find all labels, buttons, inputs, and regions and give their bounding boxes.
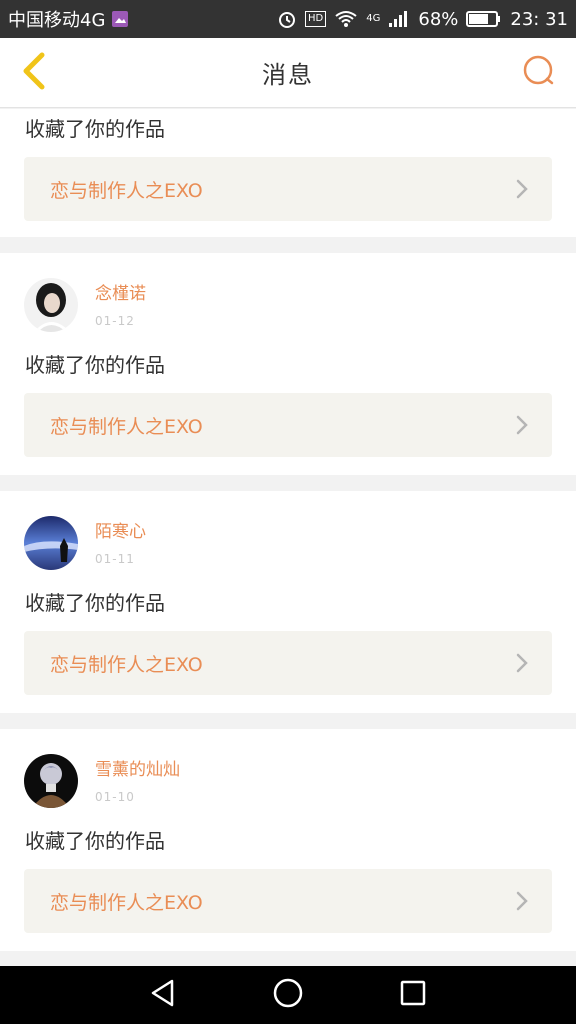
message-action: 收藏了你的作品 bbox=[25, 353, 165, 377]
status-bar: 中国移动4G HD 4G 68% 23: 31 bbox=[0, 0, 576, 38]
home-circle-icon bbox=[272, 977, 304, 1013]
user-name[interactable]: 雪薰的灿灿 bbox=[95, 759, 180, 781]
nav-home-button[interactable] bbox=[266, 973, 310, 1017]
message-date: 01-10 bbox=[95, 789, 135, 804]
network-label: 4G bbox=[366, 12, 381, 24]
user-name[interactable]: 陌寒心 bbox=[95, 521, 146, 543]
user-name[interactable]: 念槿诺 bbox=[95, 283, 146, 305]
carrier-label: 中国移动4G bbox=[8, 10, 106, 31]
work-title: 恋与制作人之EXO bbox=[50, 179, 203, 202]
message-action: 收藏了你的作品 bbox=[25, 829, 165, 853]
battery-icon bbox=[466, 10, 502, 28]
nav-recents-button[interactable] bbox=[391, 973, 435, 1017]
work-link[interactable]: 恋与制作人之EXO bbox=[24, 631, 552, 695]
system-nav-bar bbox=[0, 966, 576, 1024]
avatar[interactable] bbox=[24, 754, 78, 808]
search-button[interactable] bbox=[518, 52, 560, 94]
chevron-right-icon bbox=[516, 891, 528, 911]
signal-icon bbox=[388, 10, 410, 28]
hd-badge: HD bbox=[305, 11, 327, 27]
work-link[interactable]: 恋与制作人之EXO bbox=[24, 157, 552, 221]
message-list[interactable]: 收藏了你的作品 恋与制作人之EXO 念槿诺 01-12 收藏了你的作品 恋与制作… bbox=[0, 109, 576, 966]
recents-square-icon bbox=[399, 979, 427, 1011]
wifi-icon bbox=[334, 10, 358, 28]
avatar[interactable] bbox=[24, 278, 78, 332]
battery-percent: 68% bbox=[418, 8, 459, 30]
alarm-icon bbox=[277, 9, 297, 29]
clock: 23: 31 bbox=[510, 8, 568, 30]
search-icon bbox=[522, 54, 556, 92]
message-date: 01-11 bbox=[95, 551, 135, 566]
user-row[interactable]: 念槿诺 01-12 bbox=[24, 278, 146, 332]
message-card: 陌寒心 01-11 收藏了你的作品 恋与制作人之EXO bbox=[0, 491, 576, 713]
message-card: 念槿诺 01-12 收藏了你的作品 恋与制作人之EXO bbox=[0, 253, 576, 475]
chevron-right-icon bbox=[516, 653, 528, 673]
page-title: 消息 bbox=[262, 61, 314, 89]
work-link[interactable]: 恋与制作人之EXO bbox=[24, 869, 552, 933]
message-card: 雪薰的灿灿 01-10 收藏了你的作品 恋与制作人之EXO bbox=[0, 729, 576, 951]
user-row[interactable]: 陌寒心 01-11 bbox=[24, 516, 146, 570]
message-card: 收藏了你的作品 恋与制作人之EXO bbox=[0, 109, 576, 237]
work-link[interactable]: 恋与制作人之EXO bbox=[24, 393, 552, 457]
back-button[interactable] bbox=[10, 50, 56, 96]
nav-back-button[interactable] bbox=[141, 973, 185, 1017]
chevron-right-icon bbox=[516, 179, 528, 199]
message-date: 01-12 bbox=[95, 313, 135, 328]
work-title: 恋与制作人之EXO bbox=[50, 891, 203, 914]
top-bar: 消息 bbox=[0, 38, 576, 108]
user-row[interactable]: 雪薰的灿灿 01-10 bbox=[24, 754, 180, 808]
message-action: 收藏了你的作品 bbox=[25, 591, 165, 615]
avatar[interactable] bbox=[24, 516, 78, 570]
message-action: 收藏了你的作品 bbox=[25, 117, 165, 141]
work-title: 恋与制作人之EXO bbox=[50, 653, 203, 676]
chevron-left-icon bbox=[18, 51, 48, 95]
chevron-right-icon bbox=[516, 415, 528, 435]
work-title: 恋与制作人之EXO bbox=[50, 415, 203, 438]
back-triangle-icon bbox=[148, 978, 178, 1012]
image-icon bbox=[111, 10, 129, 28]
